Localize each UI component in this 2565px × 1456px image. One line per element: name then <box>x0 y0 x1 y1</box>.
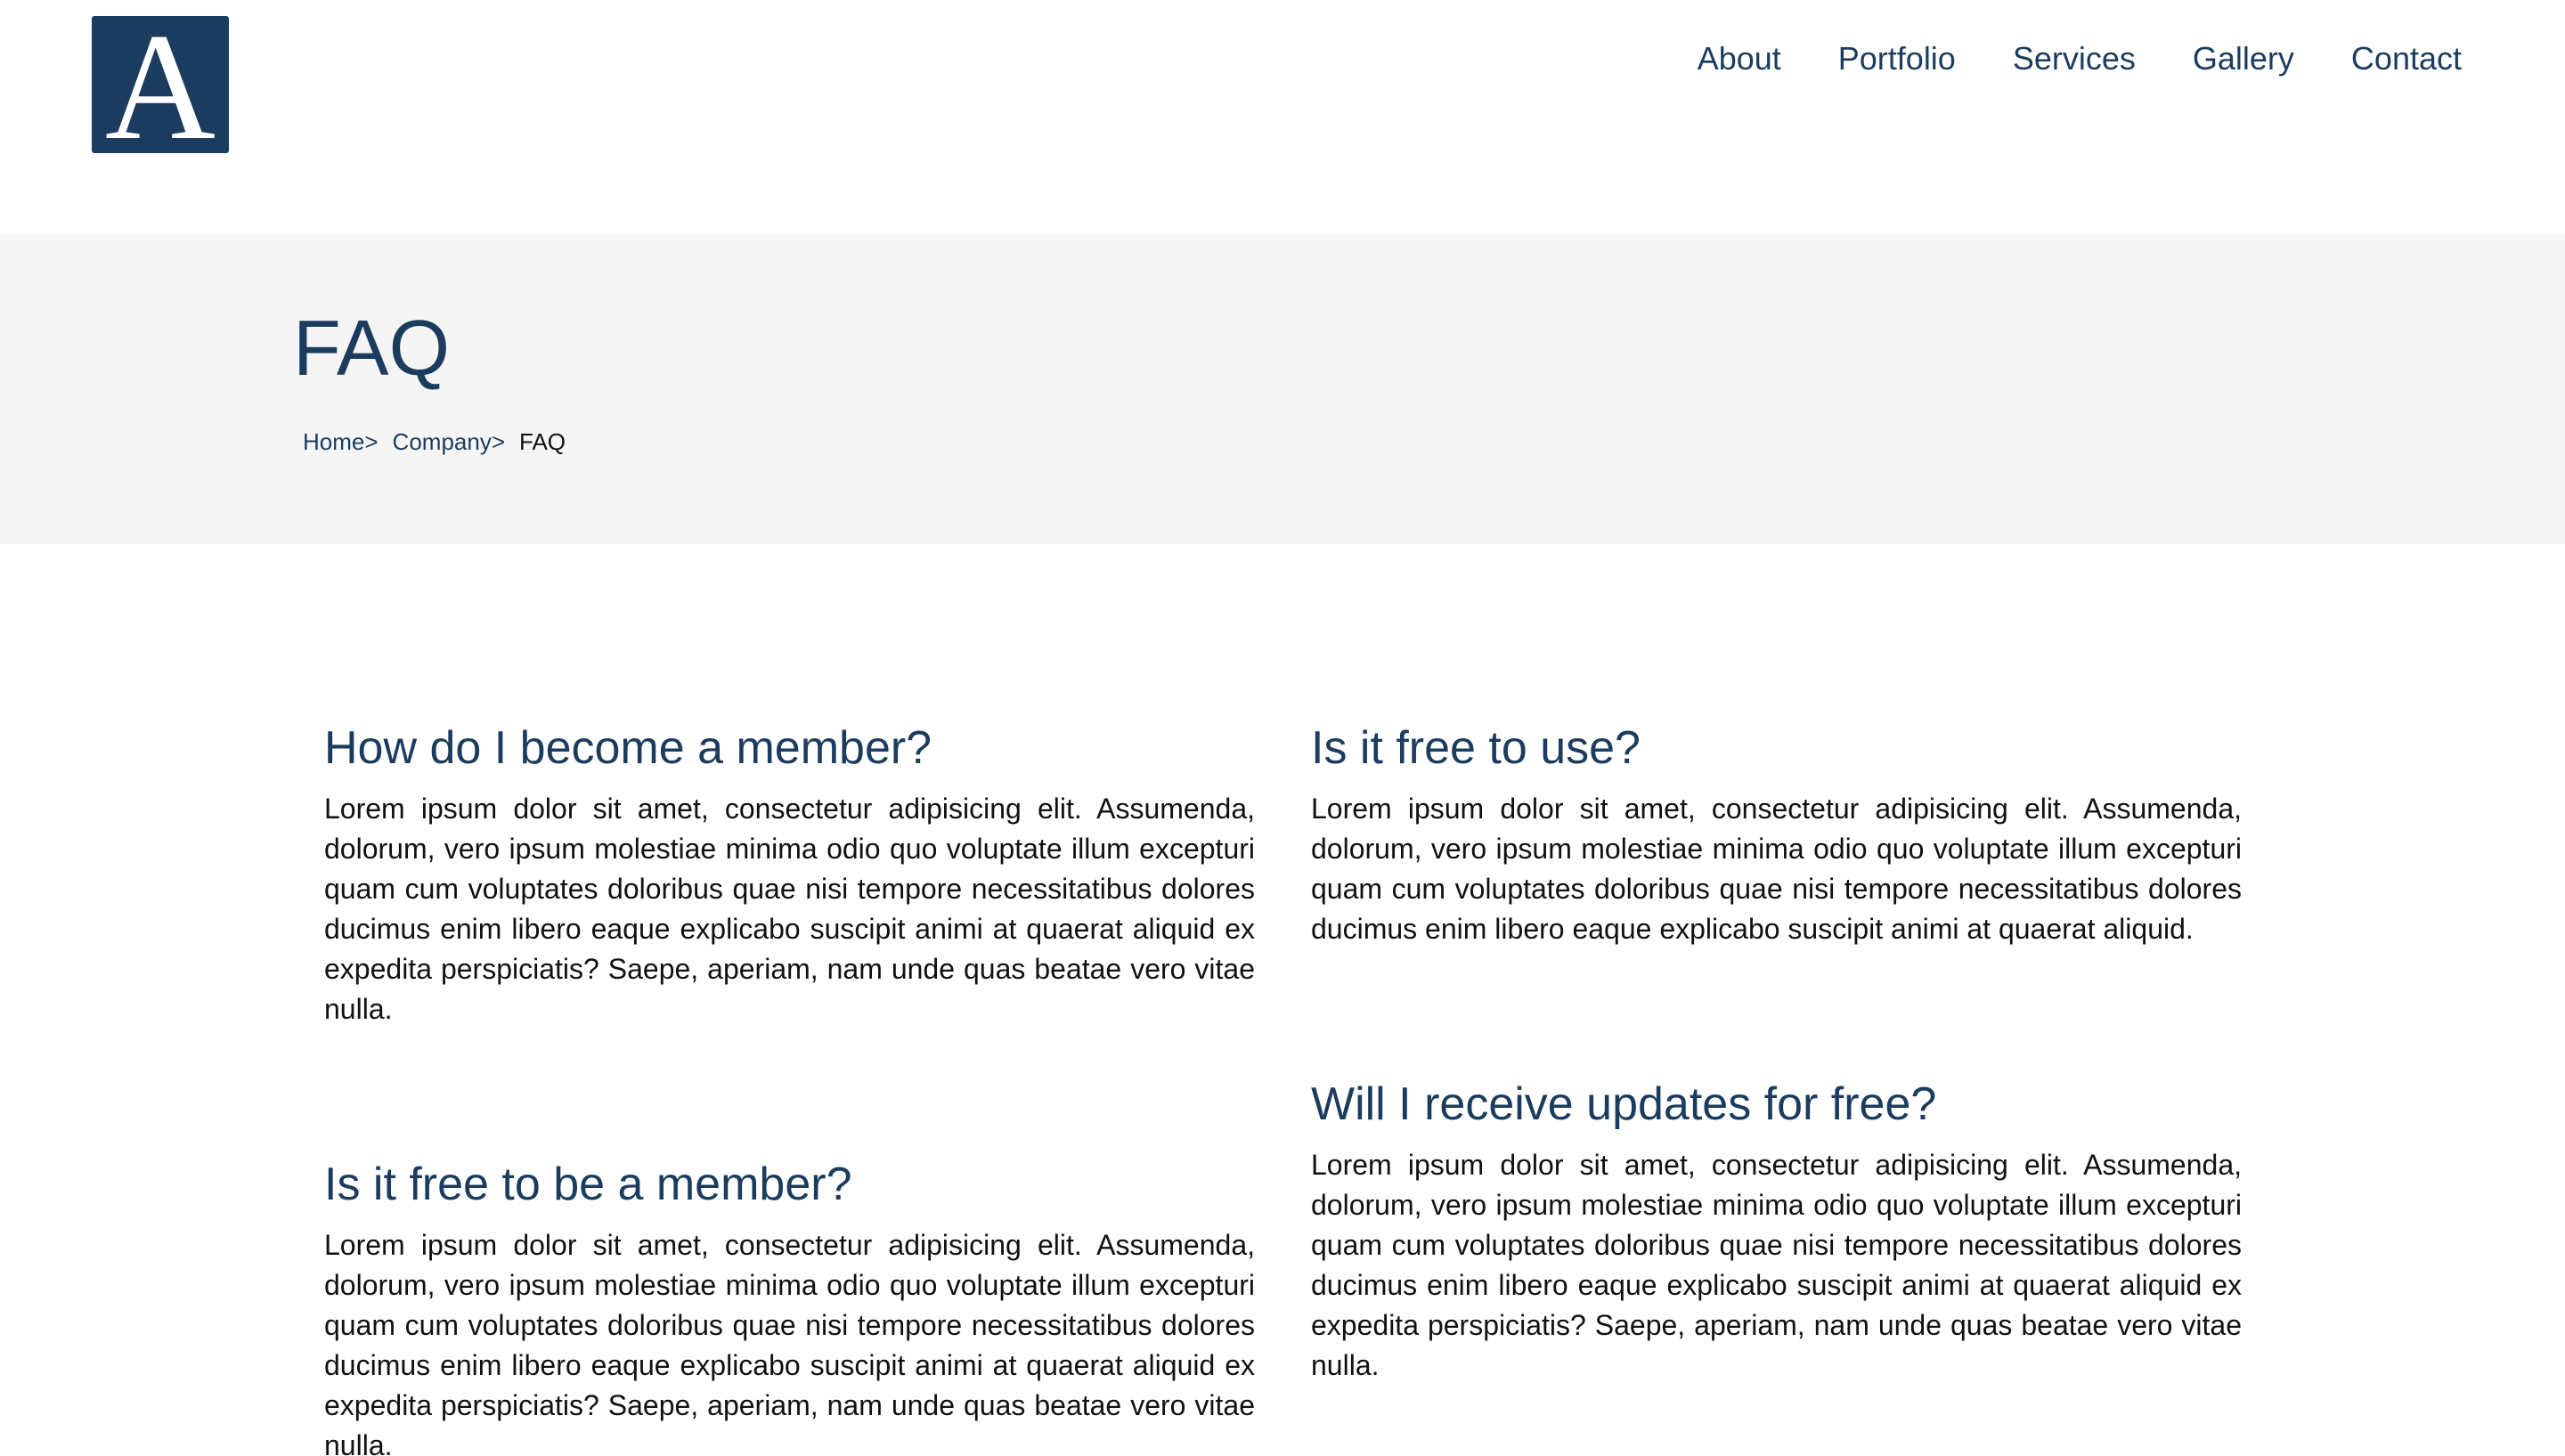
breadcrumb-separator: > <box>364 428 379 455</box>
faq-question: Is it free to use? <box>1311 722 1641 774</box>
nav-link-contact[interactable]: Contact <box>2351 37 2462 80</box>
logo-letter: A <box>104 16 216 153</box>
faq-answer: Lorem ipsum dolor sit amet, consectetur … <box>1311 1149 2242 1381</box>
main-nav: About Portfolio Services Gallery Contact <box>1641 37 2462 80</box>
site-header: A About Portfolio Services Gallery Conta… <box>0 0 2565 234</box>
breadcrumb-home[interactable]: Home <box>303 427 364 456</box>
breadcrumb-company[interactable]: Company <box>393 427 492 456</box>
faq-item: Is it free to use? Lorem ipsum dolor sit… <box>1311 720 2242 949</box>
page-hero: FAQ Home > Company > FAQ <box>0 234 2565 544</box>
breadcrumb-separator: > <box>491 428 506 455</box>
breadcrumb: Home > Company > FAQ <box>303 427 566 456</box>
faq-question: How do I become a member? <box>324 722 932 774</box>
faq-item: Will I receive updates for free? Lorem i… <box>1311 1076 2242 1386</box>
nav-link-portfolio[interactable]: Portfolio <box>1838 37 1956 80</box>
nav-link-gallery[interactable]: Gallery <box>2193 37 2294 80</box>
faq-question: Will I receive updates for free? <box>1311 1078 1937 1130</box>
nav-link-services[interactable]: Services <box>2013 37 2136 80</box>
faq-item: Is it free to be a member? Lorem ipsum d… <box>324 1156 1255 1456</box>
page-title: FAQ <box>293 304 451 392</box>
breadcrumb-current: FAQ <box>519 428 566 455</box>
logo[interactable]: A <box>92 16 229 153</box>
faq-question: Is it free to be a member? <box>324 1159 852 1210</box>
faq-item: How do I become a member? Lorem ipsum do… <box>324 720 1255 1029</box>
nav-link-about[interactable]: About <box>1698 37 1781 80</box>
faq-answer: Lorem ipsum dolor sit amet, consectetur … <box>324 1229 1255 1456</box>
faq-answer: Lorem ipsum dolor sit amet, consectetur … <box>324 793 1255 1025</box>
faq-answer: Lorem ipsum dolor sit amet, consectetur … <box>1311 793 2242 945</box>
